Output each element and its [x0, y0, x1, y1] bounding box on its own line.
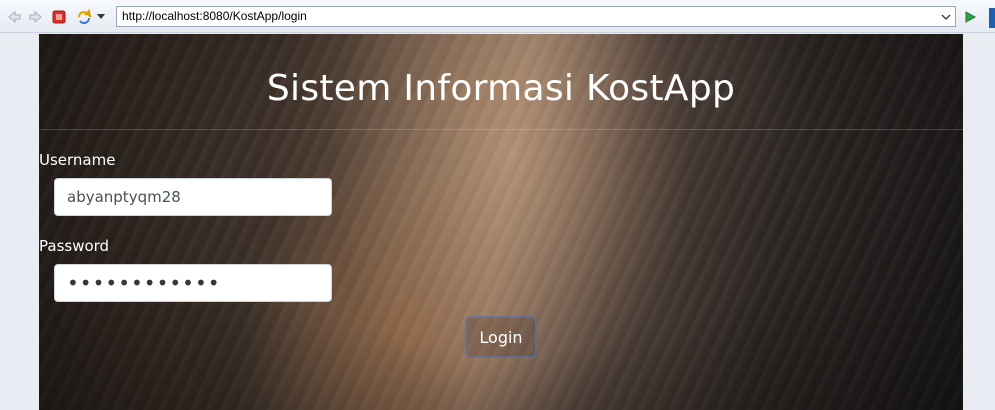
browser-toolbar: http://localhost:8080/KostApp/login: [0, 0, 995, 33]
username-label: Username: [39, 151, 116, 169]
page-title: Sistem Informasi KostApp: [266, 68, 736, 109]
address-bar[interactable]: http://localhost:8080/KostApp/login: [116, 6, 956, 27]
login-button[interactable]: Login: [465, 316, 537, 358]
refresh-icon[interactable]: [76, 9, 92, 25]
username-input[interactable]: [54, 178, 332, 216]
stop-icon[interactable]: [51, 9, 67, 25]
right-gutter: [963, 34, 995, 410]
play-go-icon[interactable]: [962, 9, 978, 25]
chevron-down-icon[interactable]: [96, 9, 106, 25]
password-label: Password: [39, 237, 110, 255]
left-gutter: [0, 34, 39, 410]
toolbar-edge-marker: [989, 8, 995, 28]
back-arrow-icon[interactable]: [6, 9, 22, 25]
forward-arrow-icon[interactable]: [28, 9, 44, 25]
address-dropdown-icon[interactable]: [937, 7, 955, 26]
password-input[interactable]: [54, 264, 332, 302]
url-text[interactable]: http://localhost:8080/KostApp/login: [117, 7, 937, 26]
login-page: Sistem Informasi KostApp Username Passwo…: [39, 34, 963, 410]
title-divider: [39, 129, 963, 130]
